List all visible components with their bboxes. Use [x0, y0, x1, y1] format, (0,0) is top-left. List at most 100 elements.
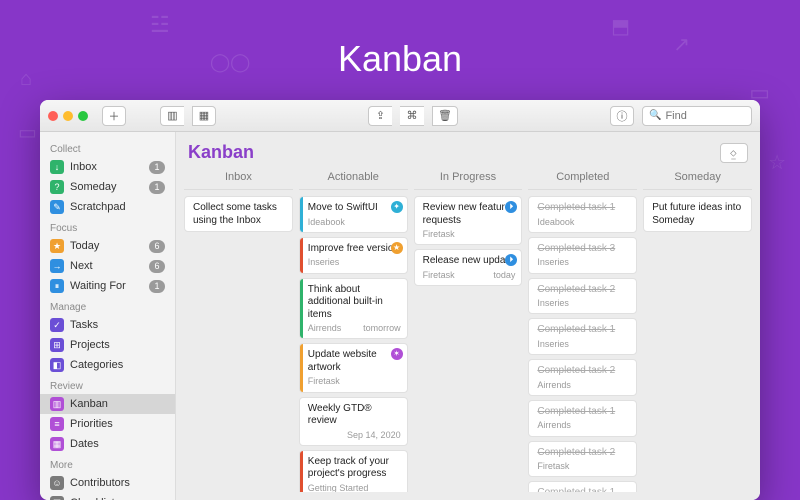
- search-icon: 🔍: [649, 110, 661, 121]
- card-status-icon: ⏵: [505, 201, 517, 213]
- view-toggle-grid-button[interactable]: ▦: [192, 106, 216, 126]
- sidebar: Collect↓Inbox1?Someday1✎ScratchpadFocus★…: [40, 132, 176, 500]
- card-status-icon: ✦: [391, 201, 403, 213]
- kanban-card[interactable]: ⏵Release new updateFiretasktoday: [414, 249, 523, 286]
- window-controls: [48, 111, 88, 121]
- card-meta: Inseries: [537, 298, 630, 309]
- kanban-card[interactable]: Keep track of your project's progress Get…: [299, 450, 408, 492]
- delete-button[interactable]: 🗑: [432, 106, 458, 126]
- kanban-card[interactable]: ✦Move to SwiftUIIdeabook: [299, 196, 408, 233]
- sidebar-item-categories[interactable]: ◧Categories: [40, 355, 175, 375]
- zoom-window-button[interactable]: [78, 111, 88, 121]
- column-header: Inbox: [184, 167, 293, 190]
- kanban-card[interactable]: Completed task 1 Ideabook: [528, 196, 637, 233]
- close-window-button[interactable]: [48, 111, 58, 121]
- share-button[interactable]: ⇪: [368, 106, 392, 126]
- card-title: Completed task 1: [537, 324, 630, 337]
- sidebar-item-scratchpad[interactable]: ✎ Scratchpad: [40, 197, 175, 217]
- kanban-card[interactable]: ✶Update website artworkFiretask: [299, 343, 408, 392]
- kanban-icon: ▥: [50, 397, 64, 411]
- kanban-card[interactable]: Completed task 1 Inseries: [528, 318, 637, 355]
- column-header: Actionable: [299, 167, 408, 190]
- card-project: Firetask: [423, 229, 455, 240]
- kanban-card[interactable]: ⏵Review new feature requestsFiretask: [414, 196, 523, 245]
- sidebar-section-label: Manage: [40, 296, 175, 315]
- card-project: Inseries: [537, 339, 569, 350]
- card-meta: Getting Started: [308, 483, 401, 492]
- kanban-card[interactable]: Completed task 1Airrends: [528, 400, 637, 437]
- kanban-column: CompletedCompleted task 1IdeabookComplet…: [528, 167, 637, 492]
- priority-stripe: [300, 344, 303, 391]
- sidebar-item-next[interactable]: →Next6: [40, 256, 175, 276]
- count-badge: 1: [149, 181, 165, 194]
- card-status-icon: ★: [391, 242, 403, 254]
- kanban-card[interactable]: Think about additional built-in itemsAir…: [299, 278, 408, 340]
- sidebar-item-kanban[interactable]: ▥ Kanban: [40, 394, 175, 414]
- card-title: Think about additional built-in items: [308, 284, 401, 322]
- sidebar-item-inbox[interactable]: ↓Inbox1: [40, 157, 175, 177]
- card-title: Release new update: [423, 255, 516, 268]
- kanban-card[interactable]: Completed task 2Firetask: [528, 441, 637, 478]
- card-title: Update website artwork: [308, 349, 401, 374]
- count-badge: 1: [149, 280, 165, 293]
- link-button[interactable]: ⌘: [400, 106, 424, 126]
- contributors-icon: ☺: [50, 476, 64, 490]
- sidebar-item-label: Inbox: [70, 161, 143, 173]
- card-meta: Airrends: [537, 420, 630, 431]
- card-title: Completed task 2: [537, 447, 630, 460]
- kanban-card[interactable]: Completed task 3Inseries: [528, 237, 637, 274]
- sidebar-item-label: Next: [70, 260, 143, 272]
- sidebar-item-label: Scratchpad: [70, 201, 165, 213]
- sidebar-item-contributors[interactable]: ☺ Contributors: [40, 473, 175, 493]
- sidebar-item-label: Kanban: [70, 398, 165, 410]
- card-project: Firetask: [423, 270, 455, 281]
- filter-button[interactable]: ⍚: [720, 143, 748, 163]
- search-input[interactable]: [665, 110, 745, 122]
- priorities-icon: ≡: [50, 417, 64, 431]
- sidebar-item-today[interactable]: ★Today6: [40, 236, 175, 256]
- sidebar-item-checklists[interactable]: ☑Checklists: [40, 493, 175, 500]
- info-button[interactable]: ⓘ: [610, 106, 634, 126]
- categories-icon: ◧: [50, 358, 64, 372]
- card-title: Keep track of your project's progress: [308, 456, 401, 481]
- sidebar-item-dates[interactable]: ▦Dates: [40, 434, 175, 454]
- sidebar-item-waiting[interactable]: ⏸Waiting For1: [40, 276, 175, 296]
- card-title: Move to SwiftUI: [308, 202, 401, 215]
- view-toggle-list-button[interactable]: ▥: [160, 106, 184, 126]
- sidebar-item-tasks[interactable]: ✓Tasks: [40, 315, 175, 335]
- card-project: Firetask: [537, 461, 569, 472]
- card-meta: Firetask: [423, 229, 516, 240]
- kanban-card[interactable]: Completed task 1Firetask: [528, 481, 637, 492]
- sidebar-item-label: Contributors: [70, 477, 165, 489]
- kanban-card[interactable]: Completed task 2Inseries: [528, 278, 637, 315]
- sidebar-item-label: Waiting For: [70, 280, 143, 292]
- new-task-button[interactable]: ＋: [102, 106, 126, 126]
- kanban-card[interactable]: Completed task 2Airrends: [528, 359, 637, 396]
- card-project: Ideabook: [537, 217, 574, 228]
- kanban-card[interactable]: Weekly GTD® reviewSep 14, 2020: [299, 397, 408, 446]
- sidebar-item-priorities[interactable]: ≡ Priorities: [40, 414, 175, 434]
- sidebar-item-label: Priorities: [70, 418, 165, 430]
- sidebar-item-someday[interactable]: ?Someday1: [40, 177, 175, 197]
- kanban-card[interactable]: ★Improve free versionInseries: [299, 237, 408, 274]
- checklists-icon: ☑: [50, 496, 64, 500]
- scratchpad-icon: ✎: [50, 200, 64, 214]
- sidebar-item-projects[interactable]: ⊞Projects: [40, 335, 175, 355]
- kanban-card[interactable]: Collect some tasks using the Inbox: [184, 196, 293, 232]
- card-title: Completed task 2: [537, 284, 630, 297]
- count-badge: 1: [149, 161, 165, 174]
- app-window: ＋ ▥ ▦ ⇪ ⌘ 🗑 ⓘ 🔍 Collect↓Inbox1?Someday1✎…: [40, 100, 760, 500]
- hero-title: Kanban: [0, 38, 800, 80]
- card-project: Inseries: [308, 257, 340, 268]
- card-meta: Firetask: [537, 461, 630, 472]
- bg-deco-icon: ▭: [18, 120, 37, 145]
- card-meta: Firetask: [308, 376, 401, 387]
- count-badge: 6: [149, 260, 165, 273]
- kanban-card[interactable]: Put future ideas into Someday: [643, 196, 752, 232]
- bg-deco-icon: ☳: [150, 12, 170, 38]
- card-title: Completed task 1: [537, 202, 630, 215]
- card-due: today: [493, 270, 515, 281]
- minimize-window-button[interactable]: [63, 111, 73, 121]
- search-field[interactable]: 🔍: [642, 106, 752, 126]
- main-pane: Kanban ⍚ InboxCollect some tasks using t…: [176, 132, 760, 500]
